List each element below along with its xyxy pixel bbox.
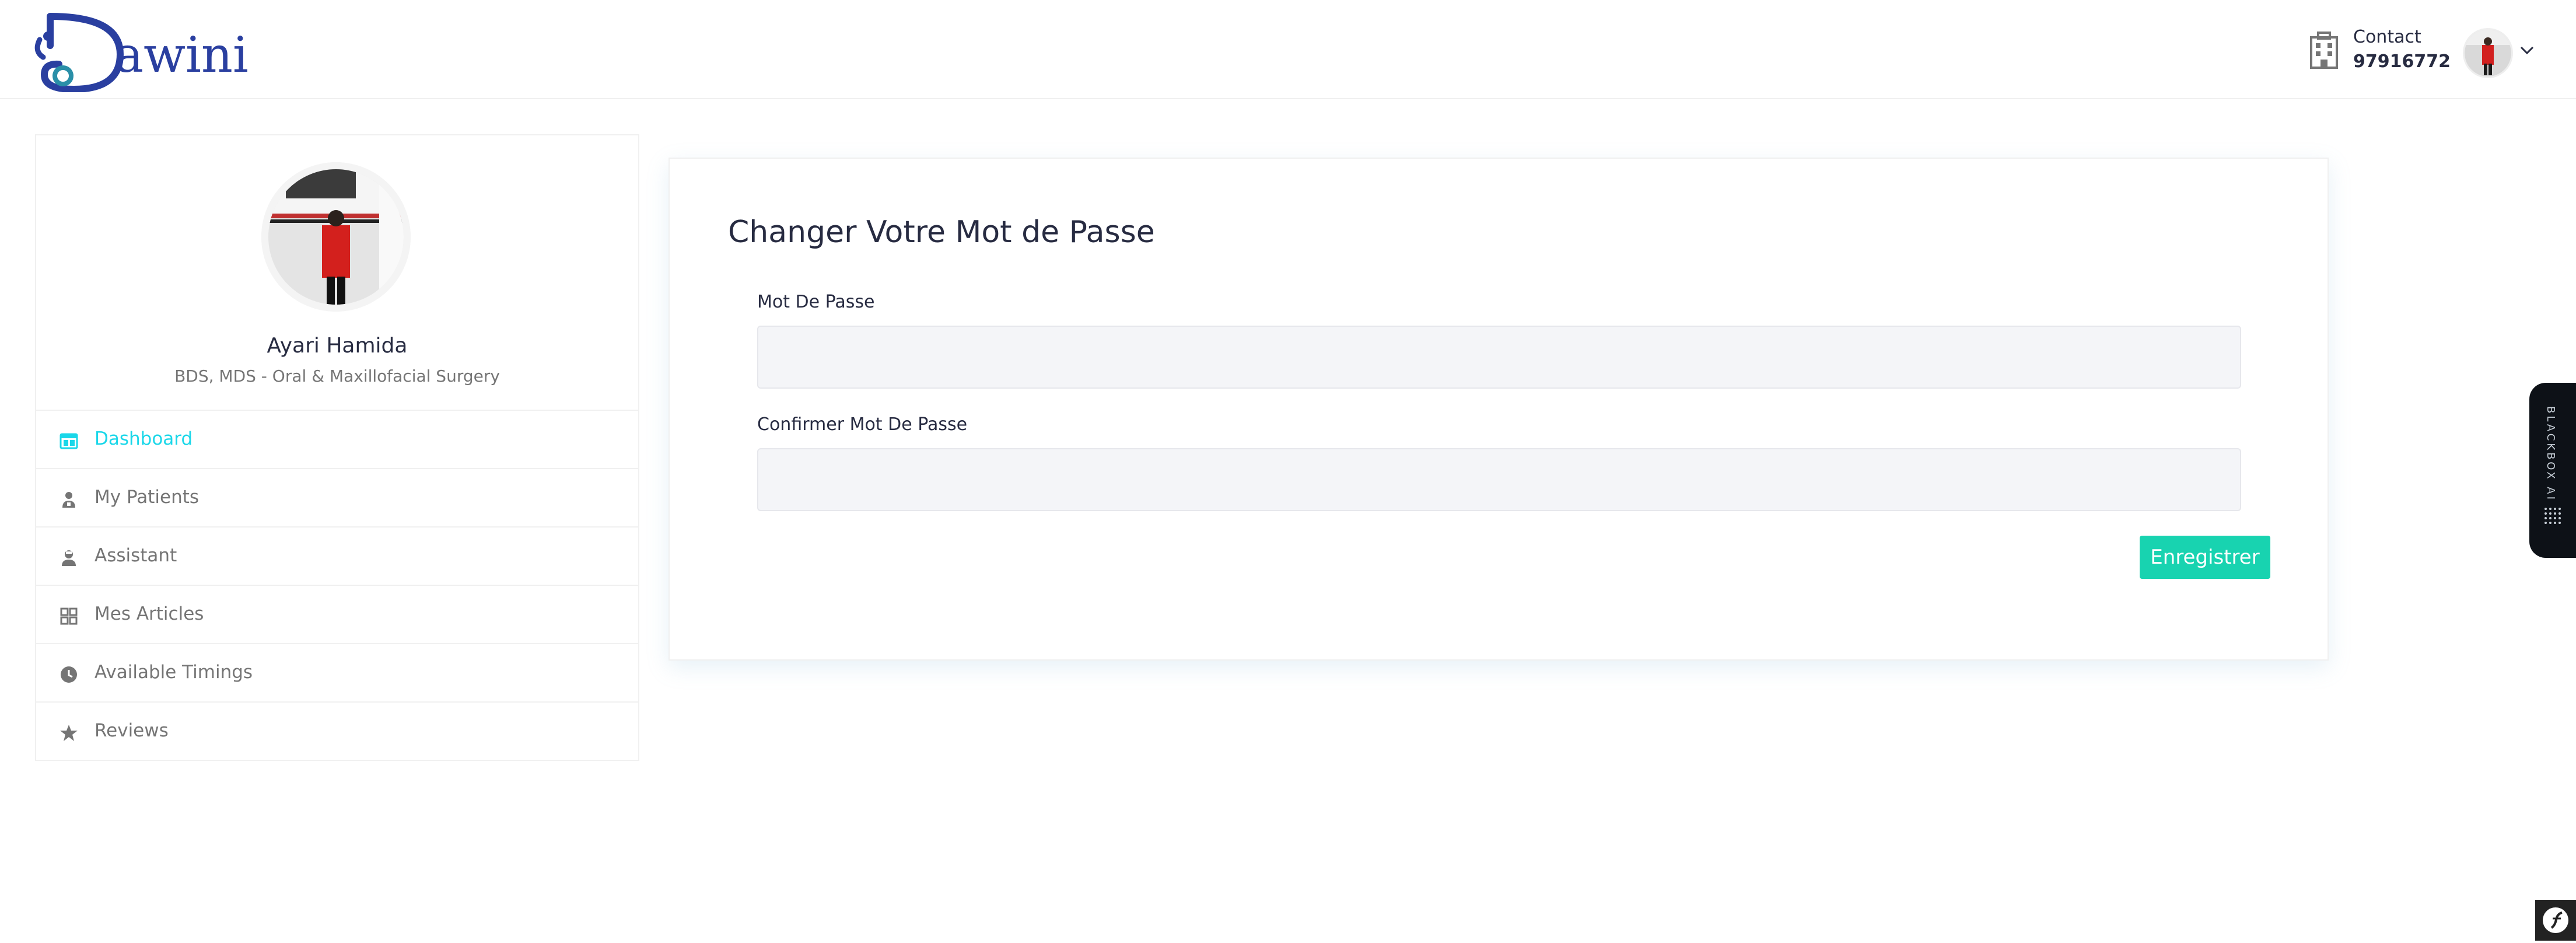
sidebar-item-label: Dashboard	[94, 428, 193, 449]
symfony-toolbar-icon[interactable]	[2535, 900, 2576, 941]
clock-icon	[60, 665, 78, 684]
sidebar-item-assistant[interactable]: Assistant	[36, 526, 638, 585]
sidebar-item-label: Assistant	[94, 545, 177, 566]
logo-wordmark: awini	[114, 26, 249, 83]
user-avatar[interactable]	[2463, 28, 2513, 78]
change-password-card: Changer Votre Mot de Passe Mot De Passe …	[668, 158, 2329, 661]
blackbox-label: BLACKBOX AI	[2544, 406, 2557, 502]
dashboard-icon	[60, 432, 78, 450]
save-button[interactable]: Enregistrer	[2140, 536, 2270, 579]
blackbox-dots-icon	[2543, 507, 2562, 525]
sidebar-item-label: Reviews	[94, 720, 169, 741]
password-label: Mot De Passe	[757, 292, 875, 312]
sidebar-item-my-patients[interactable]: My Patients	[36, 468, 638, 526]
doctor-name: Ayari Hamida	[267, 334, 408, 358]
assistant-icon	[60, 549, 78, 567]
chevron-down-icon[interactable]	[2519, 44, 2535, 56]
logo-text: awini	[114, 30, 249, 79]
star-icon	[60, 724, 78, 742]
confirm-password-label: Confirmer Mot De Passe	[757, 414, 968, 435]
top-header: awini Contact 97916772	[0, 0, 2576, 99]
blackbox-ai-tab[interactable]: BLACKBOX AI	[2529, 383, 2576, 558]
page-title: Changer Votre Mot de Passe	[728, 215, 1155, 250]
doctor-specialty: BDS, MDS - Oral & Maxillofacial Surgery	[174, 366, 500, 386]
sidebar-item-label: My Patients	[94, 487, 200, 508]
sidebar-item-available-timings[interactable]: Available Timings	[36, 643, 638, 701]
sidebar-item-reviews[interactable]: Reviews	[36, 701, 638, 760]
sidebar-item-label: Available Timings	[94, 662, 253, 683]
confirm-password-input[interactable]	[757, 448, 2241, 511]
profile-sidebar: Ayari Hamida BDS, MDS - Oral & Maxillofa…	[35, 134, 639, 761]
sidebar-item-dashboard[interactable]: Dashboard	[36, 410, 638, 468]
profile-photo	[261, 162, 411, 312]
password-input[interactable]	[757, 326, 2241, 389]
patients-icon	[60, 490, 78, 509]
contact-label: Contact	[2353, 27, 2421, 47]
grid-icon	[60, 607, 78, 626]
sidebar-item-label: Mes Articles	[94, 603, 204, 624]
building-icon	[2308, 32, 2340, 69]
sidebar-nav: Dashboard My Patients Assistant Mes Arti…	[36, 410, 638, 760]
contact-number[interactable]: 97916772	[2353, 51, 2451, 72]
sidebar-item-mes-articles[interactable]: Mes Articles	[36, 585, 638, 643]
